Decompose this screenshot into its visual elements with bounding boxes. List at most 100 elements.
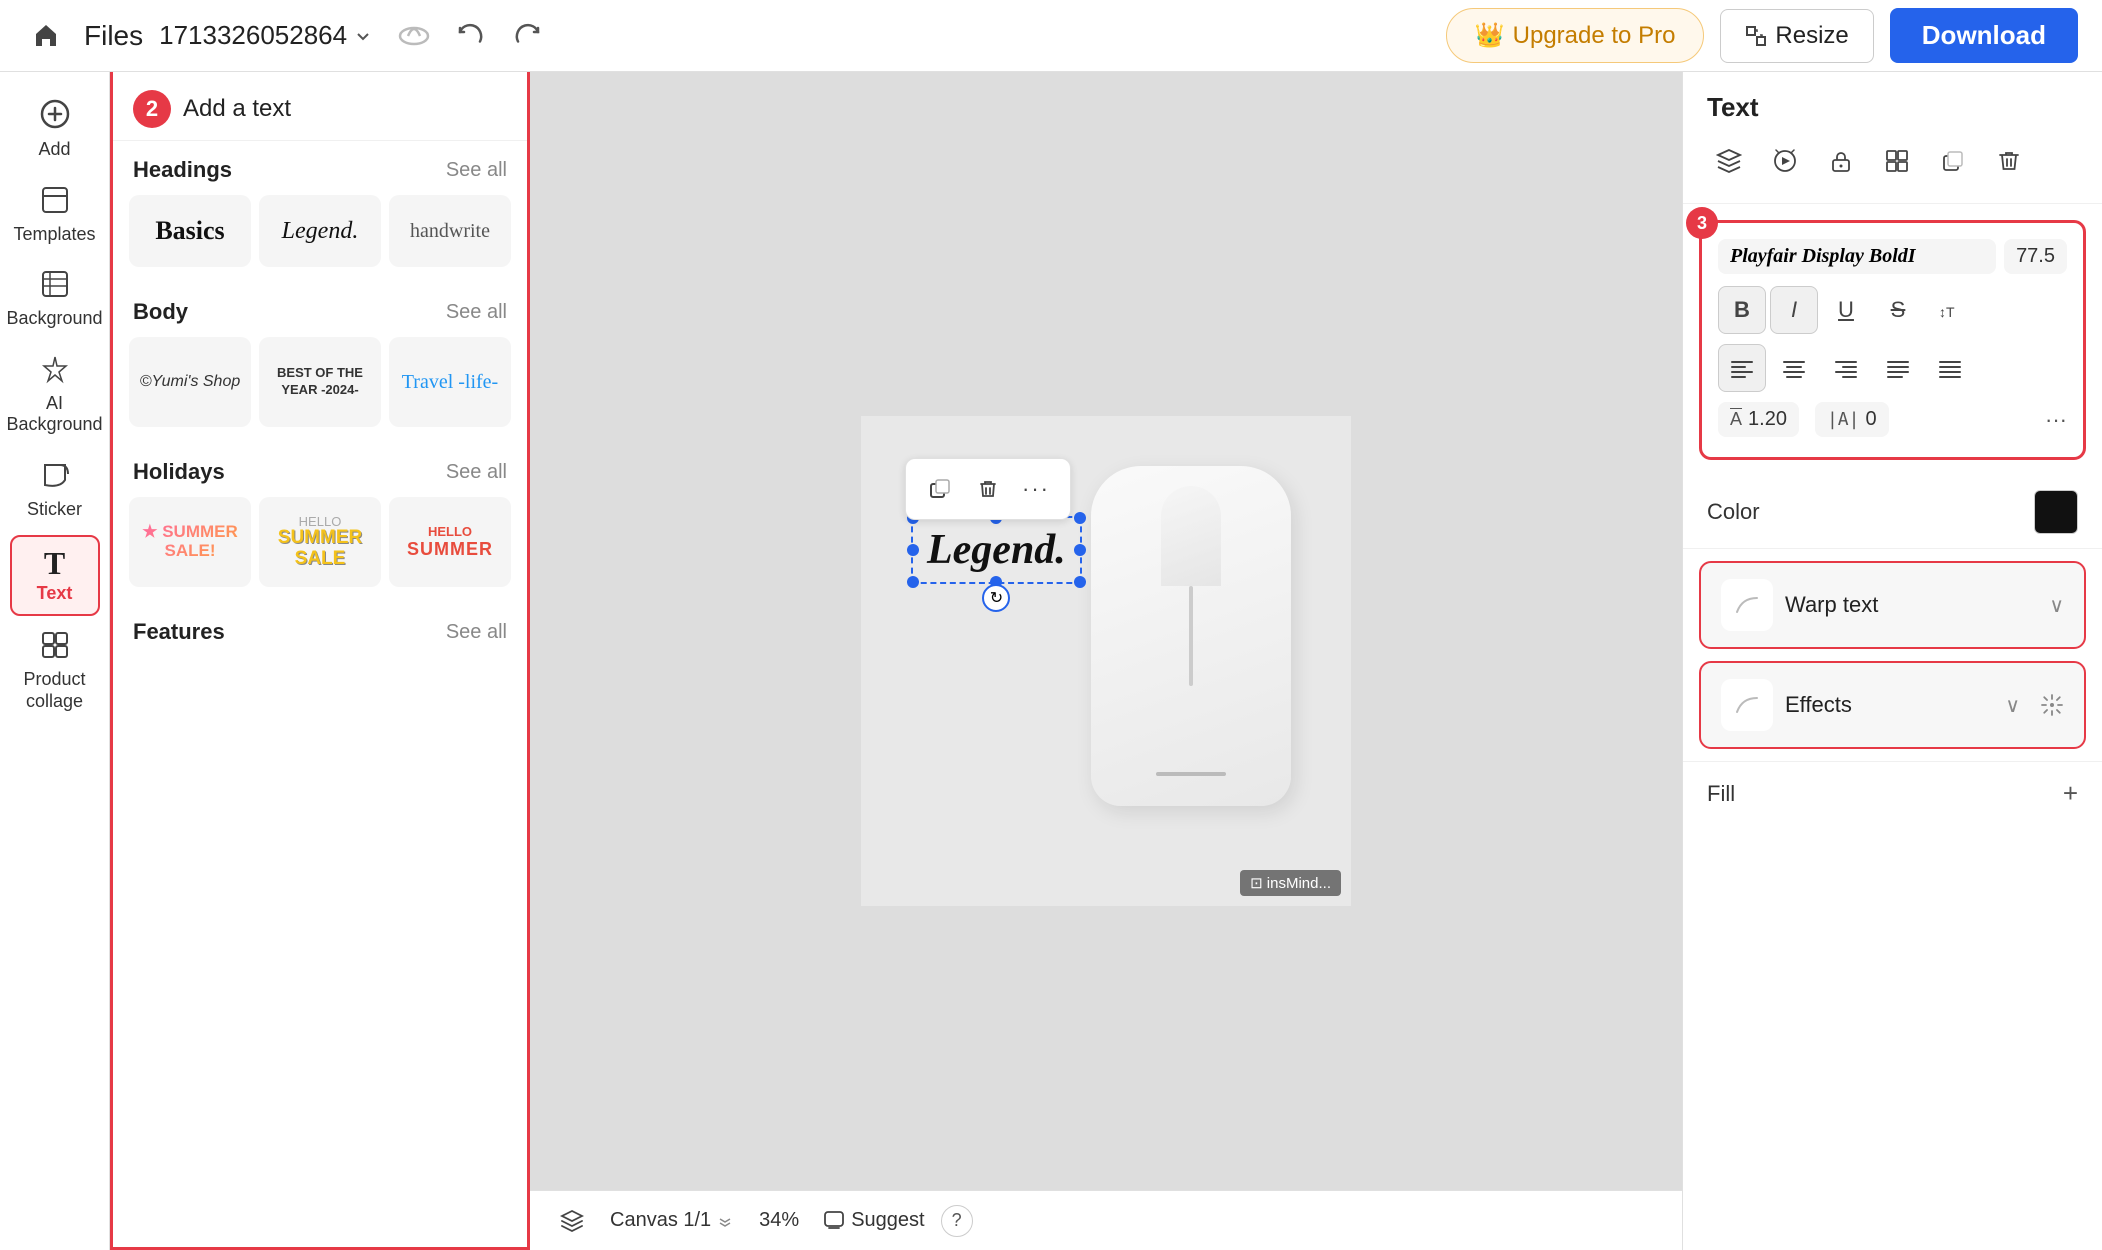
canvas-info[interactable]: Canvas 1/1	[610, 1209, 735, 1232]
italic-button[interactable]: I	[1770, 286, 1818, 334]
body-see-all[interactable]: See all	[446, 301, 507, 324]
body-section-header: Body See all	[113, 283, 527, 333]
handwrite-text: handwrite	[410, 220, 490, 243]
features-see-all[interactable]: See all	[446, 621, 507, 644]
canvas-container[interactable]: Legend. ↻ ··· ⊡ insMind...	[861, 416, 1351, 906]
step-3-badge: 3	[1686, 207, 1718, 239]
sidebar-item-templates[interactable]: Templates	[10, 175, 100, 256]
lock-icon-btn[interactable]	[1819, 139, 1863, 183]
canvas-text-element[interactable]: Legend. ↻	[911, 516, 1082, 584]
text-panel: 2 Add a text Headings See all Basics Leg…	[110, 72, 530, 1250]
svg-text:↕T: ↕T	[1939, 304, 1955, 320]
spacing-row: A 1.20 |A| 0 ···	[1718, 402, 2067, 437]
undo-button[interactable]	[451, 17, 489, 55]
more-options-button[interactable]: ···	[2045, 407, 2067, 433]
sidebar-item-product-collage[interactable]: Product collage	[10, 620, 100, 722]
heading-sample-handwrite[interactable]: handwrite	[389, 195, 511, 267]
home-button[interactable]	[24, 14, 68, 58]
canvas-watermark: ⊡ insMind...	[1240, 870, 1341, 896]
align-center-button[interactable]	[1770, 344, 1818, 392]
rotate-handle[interactable]: ↻	[982, 584, 1010, 612]
holiday-sample-hello-summer-sale[interactable]: HELLO SUMMERSALE	[259, 497, 381, 587]
flip-text-button[interactable]: ↕T	[1926, 286, 1974, 334]
font-selector[interactable]: Playfair Display BoldI	[1718, 239, 1996, 274]
canvas-area: Legend. ↻ ··· ⊡ insMind... Ca	[530, 72, 1682, 1250]
sidebar-item-text-label: Text	[37, 583, 73, 605]
resize-handle-bl[interactable]	[907, 576, 919, 588]
color-swatch[interactable]	[2034, 490, 2078, 534]
add-icon	[39, 98, 71, 135]
warp-text-row[interactable]: Warp text ∨	[1699, 561, 2086, 649]
sidebar-item-ai-background-label: AI Background	[6, 393, 102, 436]
delete-icon-btn[interactable]	[1987, 139, 2031, 183]
sidebar-item-text[interactable]: T Text	[10, 535, 100, 617]
upgrade-button[interactable]: 👑 Upgrade to Pro	[1446, 8, 1705, 63]
files-label[interactable]: Files	[84, 20, 143, 52]
bold-button[interactable]: B	[1718, 286, 1766, 334]
layers-icon-btn[interactable]	[1707, 139, 1751, 183]
char-spacing-value: 0	[1865, 408, 1876, 431]
basics-text: Basics	[155, 216, 224, 246]
strikethrough-button[interactable]: S	[1874, 286, 1922, 334]
body-samples: ©Yumi's Shop BEST OF THE YEAR -2024- Tra…	[113, 333, 527, 443]
sidebar-item-sticker[interactable]: Sticker	[10, 450, 100, 531]
canvas-duplicate-button[interactable]	[918, 467, 962, 511]
body-sample-yumis[interactable]: ©Yumi's Shop	[129, 337, 251, 427]
background-icon	[40, 269, 70, 304]
font-size-display: 77.5	[2016, 245, 2055, 268]
sidebar-item-add[interactable]: Add	[10, 88, 100, 171]
char-spacing-label: |A|	[1827, 409, 1860, 430]
right-panel-text-section: Text	[1683, 72, 2102, 204]
body-sample-travel[interactable]: Travel -life-	[389, 337, 511, 427]
suggest-button[interactable]: Suggest	[823, 1209, 924, 1232]
line-spacing-control[interactable]: A 1.20	[1718, 402, 1799, 437]
headings-see-all[interactable]: See all	[446, 159, 507, 182]
holiday-sample-summer-sale[interactable]: ★ SUMMERSALE!	[129, 497, 251, 587]
best-year-text: BEST OF THE YEAR -2024-	[265, 365, 375, 399]
suggest-label: Suggest	[851, 1209, 924, 1232]
heading-sample-basics[interactable]: Basics	[129, 195, 251, 267]
layers-button[interactable]	[550, 1203, 594, 1239]
legend-text: Legend.	[282, 218, 359, 245]
align-right-button[interactable]	[1822, 344, 1870, 392]
fill-label: Fill	[1707, 781, 1735, 807]
canvas-more-button[interactable]: ···	[1014, 467, 1058, 511]
canvas-delete-button[interactable]	[966, 467, 1010, 511]
features-section-header: Features See all	[113, 603, 527, 653]
resize-handle-tr[interactable]	[1074, 512, 1086, 524]
heading-sample-legend[interactable]: Legend.	[259, 195, 381, 267]
copy-icon-btn[interactable]	[1931, 139, 1975, 183]
fill-row: Fill +	[1683, 761, 2102, 825]
redo-button[interactable]	[509, 17, 547, 55]
body-sample-best[interactable]: BEST OF THE YEAR -2024-	[259, 337, 381, 427]
align-full-justify-button[interactable]	[1926, 344, 1974, 392]
effects-label: Effects	[1785, 692, 1993, 718]
help-button[interactable]: ?	[941, 1205, 973, 1237]
font-size-selector[interactable]: 77.5	[2004, 239, 2067, 274]
sidebar-item-add-label: Add	[38, 139, 70, 161]
align-left-button[interactable]	[1718, 344, 1766, 392]
cloud-save-icon[interactable]	[397, 18, 431, 53]
underline-button[interactable]: U	[1822, 286, 1870, 334]
filename-display[interactable]: 1713326052864	[159, 20, 373, 51]
left-sidebar: Add Templates Background AI Background	[0, 72, 110, 1250]
resize-handle-lm[interactable]	[907, 544, 919, 556]
align-justify-button[interactable]	[1874, 344, 1922, 392]
position-icon-btn[interactable]	[1875, 139, 1919, 183]
warp-text-label: Warp text	[1785, 592, 2037, 618]
fill-add-button[interactable]: +	[2063, 778, 2078, 809]
effects-row[interactable]: Effects ∨	[1699, 661, 2086, 749]
divider-1	[1683, 548, 2102, 549]
download-button[interactable]: Download	[1890, 8, 2078, 63]
effects-settings-icon[interactable]	[2040, 693, 2064, 717]
resize-handle-br[interactable]	[1074, 576, 1086, 588]
resize-button[interactable]: Resize	[1720, 9, 1873, 63]
animate-icon-btn[interactable]	[1763, 139, 1807, 183]
holidays-see-all[interactable]: See all	[446, 461, 507, 484]
resize-handle-rm[interactable]	[1074, 544, 1086, 556]
char-spacing-control[interactable]: |A| 0	[1815, 402, 1889, 437]
holiday-sample-hello-summer2[interactable]: HELLO SUMMER	[389, 497, 511, 587]
sidebar-item-background[interactable]: Background	[10, 259, 100, 340]
sidebar-item-ai-background[interactable]: AI Background	[10, 344, 100, 446]
effects-icon	[1721, 679, 1773, 731]
